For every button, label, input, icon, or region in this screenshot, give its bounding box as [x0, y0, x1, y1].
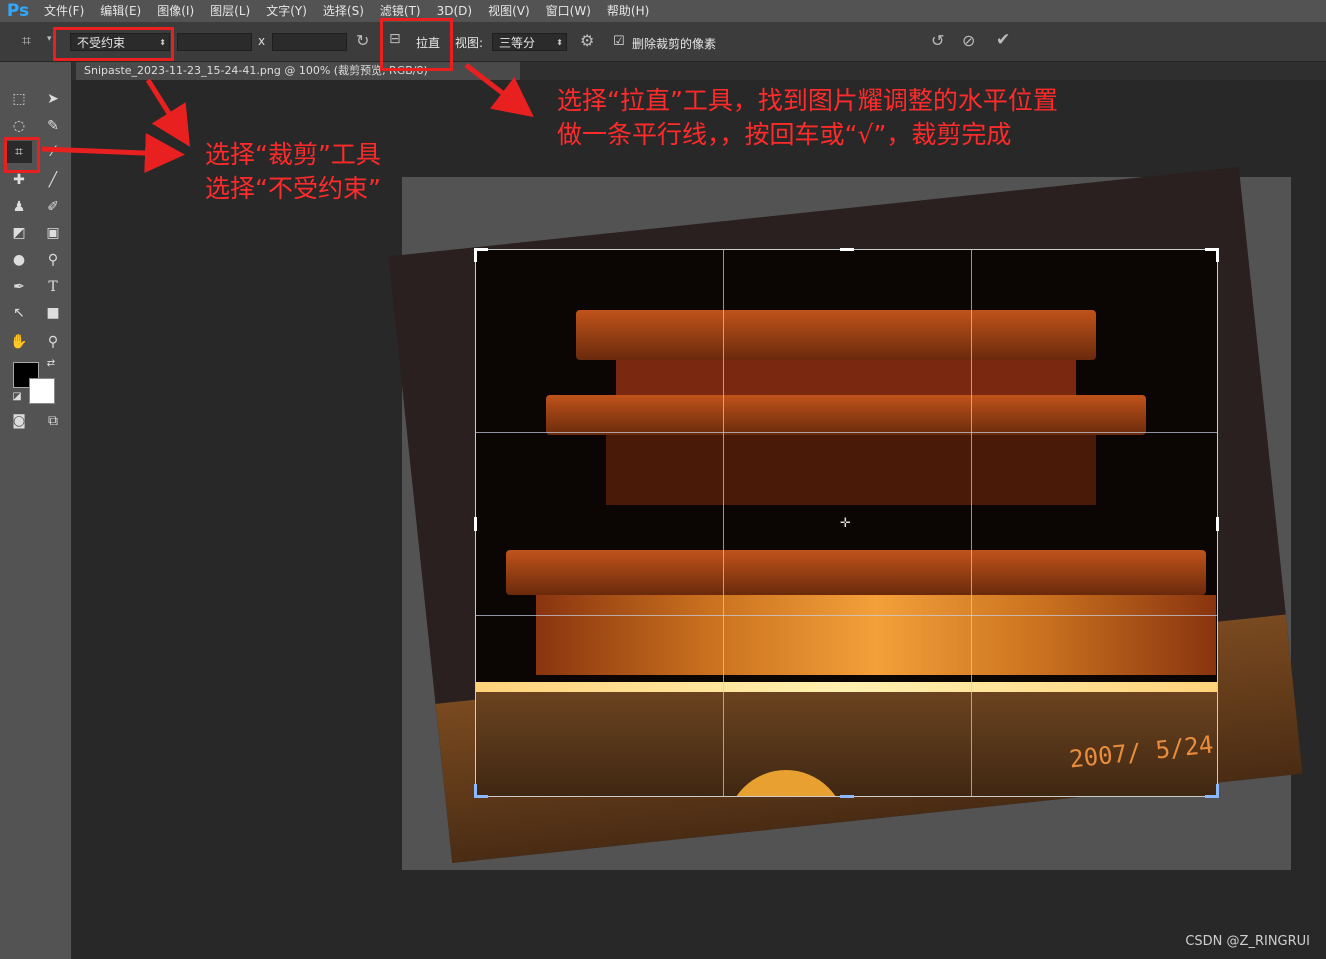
arrow-to-crop-note: [41, 133, 185, 174]
watermark: CSDN @Z_RINGRUI: [1185, 934, 1310, 949]
annotation-straighten-line1: 选择“拉直”工具，找到图片耀调整的水平位置: [557, 86, 1058, 115]
annotation-crop-line1: 选择“裁剪”工具: [205, 140, 381, 169]
annotation-crop-line2: 选择“不受约束”: [205, 174, 381, 203]
annotation-straighten-line2: 做一条平行线，，按回车或“√”，裁剪完成: [557, 120, 1012, 149]
arrow-straighten-to-note: [464, 63, 534, 118]
arrow-ratio-to-note: [145, 78, 190, 147]
